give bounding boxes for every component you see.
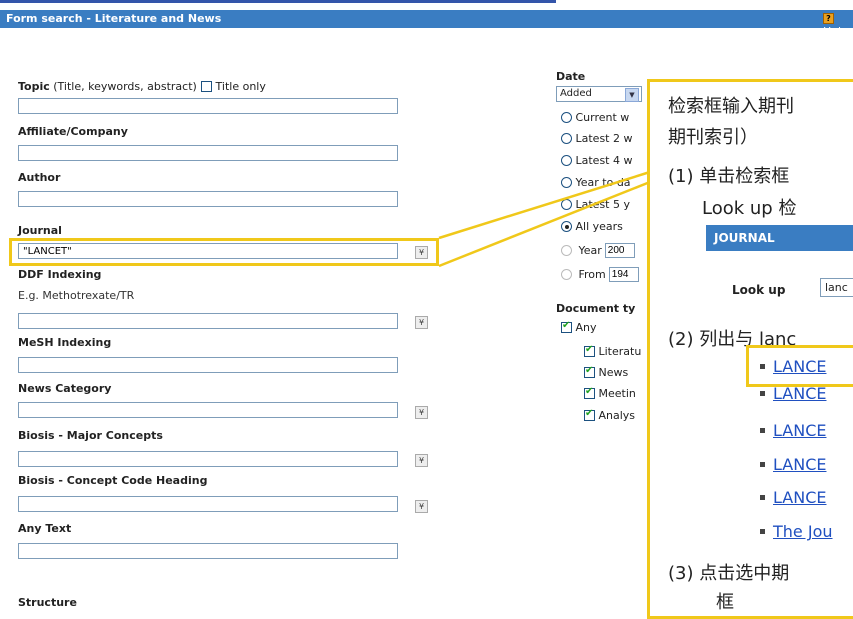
callout-step1: (1) 单击检索框 — [668, 166, 790, 187]
callout-step1b: Look up 检 — [702, 198, 797, 219]
result-highlight-box — [746, 345, 853, 387]
journal-lookup-bar: JOURNAL — [706, 225, 853, 251]
callout-result-3: LANCE — [760, 421, 826, 440]
callout-step3b: 框 — [716, 592, 734, 613]
callout-lookup-label: Look up — [732, 283, 786, 297]
callout-line2: 期刊索引） — [668, 127, 758, 148]
callout-result-6: The Jou — [760, 522, 833, 541]
callout-lookup-input: lanc — [820, 278, 853, 297]
callout-result-5: LANCE — [760, 488, 826, 507]
callout-line1: 检索框输入期刊 — [668, 96, 794, 117]
callout-step3: (3) 点击选中期 — [668, 563, 790, 584]
callout-result-4: LANCE — [760, 455, 826, 474]
